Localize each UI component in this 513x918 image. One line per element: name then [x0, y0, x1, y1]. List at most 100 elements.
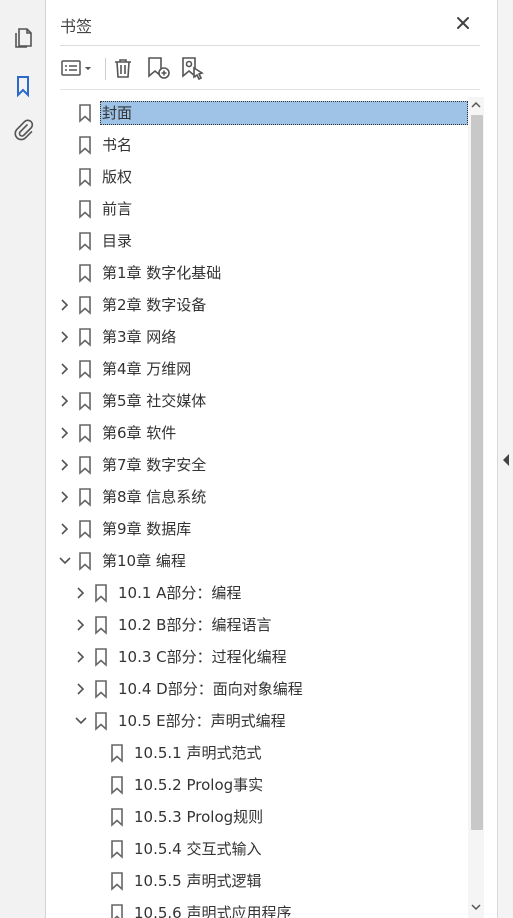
- bookmark-item[interactable]: 目录: [46, 225, 471, 257]
- vertical-scrollbar[interactable]: [468, 97, 484, 918]
- bookmark-item[interactable]: 书名: [46, 129, 471, 161]
- bookmark-label[interactable]: 封面: [100, 101, 468, 125]
- chevron-right-icon[interactable]: [58, 298, 72, 312]
- bookmark-item[interactable]: 第9章 数据库: [46, 513, 471, 545]
- bookmark-item[interactable]: 第8章 信息系统: [46, 481, 471, 513]
- bookmark-item[interactable]: 第10章 编程: [46, 545, 471, 577]
- bookmark-item[interactable]: 第3章 网络: [46, 321, 471, 353]
- bookmark-label[interactable]: 10.1 A部分：编程: [116, 581, 243, 605]
- chevron-right-icon[interactable]: [58, 362, 72, 376]
- bookmark-label[interactable]: 10.5.6 声明式应用程序: [132, 901, 293, 918]
- bookmark-item[interactable]: 封面: [46, 97, 471, 129]
- bookmark-label[interactable]: 10.5.3 Prolog规则: [132, 805, 265, 829]
- close-button[interactable]: [454, 14, 472, 32]
- bookmark-item[interactable]: 第7章 数字安全: [46, 449, 471, 481]
- bookmark-label[interactable]: 第4章 万维网: [100, 357, 193, 381]
- bookmark-icon: [95, 680, 107, 699]
- bookmark-item[interactable]: 第4章 万维网: [46, 353, 471, 385]
- bookmark-item[interactable]: 第2章 数字设备: [46, 289, 471, 321]
- bookmark-label[interactable]: 10.2 B部分：编程语言: [116, 613, 273, 637]
- bookmark-item[interactable]: 前言: [46, 193, 471, 225]
- bookmark-item[interactable]: 版权: [46, 161, 471, 193]
- bookmark-item[interactable]: 10.5 E部分：声明式编程: [46, 705, 471, 737]
- bookmark-item[interactable]: 10.5.4 交互式输入: [46, 833, 471, 865]
- bookmark-label[interactable]: 第9章 数据库: [100, 517, 193, 541]
- bookmark-item[interactable]: 10.1 A部分：编程: [46, 577, 471, 609]
- bookmark-label[interactable]: 书名: [100, 133, 134, 157]
- bookmark-label[interactable]: 10.5.2 Prolog事实: [132, 773, 265, 797]
- delete-bookmark-button[interactable]: [111, 55, 135, 81]
- scroll-down-button[interactable]: [468, 899, 484, 915]
- bookmark-icon: [111, 776, 123, 795]
- bookmark-item[interactable]: 10.5.2 Prolog事实: [46, 769, 471, 801]
- chevron-down-icon[interactable]: [74, 714, 88, 728]
- toolbar-separator: [105, 58, 106, 80]
- bookmark-icon: [111, 840, 123, 859]
- bookmark-label[interactable]: 10.3 C部分：过程化编程: [116, 645, 289, 669]
- bookmark-label[interactable]: 第2章 数字设备: [100, 293, 208, 317]
- bookmark-label[interactable]: 前言: [100, 197, 134, 221]
- bookmark-item[interactable]: 10.5.6 声明式应用程序: [46, 897, 471, 918]
- new-bookmark-button[interactable]: [145, 55, 171, 81]
- bookmark-item[interactable]: 10.5.3 Prolog规则: [46, 801, 471, 833]
- chevron-down-icon[interactable]: [58, 554, 72, 568]
- bookmark-label[interactable]: 10.4 D部分：面向对象编程: [116, 677, 305, 701]
- bookmark-item[interactable]: 10.3 C部分：过程化编程: [46, 641, 471, 673]
- bookmark-item[interactable]: 10.4 D部分：面向对象编程: [46, 673, 471, 705]
- pages-icon: [15, 28, 32, 48]
- bookmark-icon: [79, 488, 91, 507]
- scroll-up-button[interactable]: [468, 97, 484, 113]
- bookmark-icon: [79, 392, 91, 411]
- bookmark-item[interactable]: 第1章 数字化基础: [46, 257, 471, 289]
- bookmark-label[interactable]: 10.5.1 声明式范式: [132, 741, 263, 765]
- bookmark-from-selection-button[interactable]: [179, 55, 205, 81]
- bookmark-label[interactable]: 第3章 网络: [100, 325, 178, 349]
- delete-icon: [115, 59, 131, 78]
- bookmark-label[interactable]: 第1章 数字化基础: [100, 261, 223, 285]
- chevron-right-icon[interactable]: [58, 458, 72, 472]
- bookmark-label[interactable]: 版权: [100, 165, 134, 189]
- scroll-thumb[interactable]: [471, 115, 483, 830]
- bookmark-label[interactable]: 第10章 编程: [100, 549, 188, 573]
- chevron-right-icon[interactable]: [74, 586, 88, 600]
- bookmark-icon: [79, 360, 91, 379]
- bookmarks-button[interactable]: [9, 72, 37, 100]
- bookmark-item[interactable]: 第6章 软件: [46, 417, 471, 449]
- collapse-panel-gutter[interactable]: [497, 0, 513, 918]
- bookmark-label[interactable]: 第8章 信息系统: [100, 485, 208, 509]
- bookmark-icon: [79, 456, 91, 475]
- panel-header: 书签: [46, 0, 497, 46]
- options-menu-button[interactable]: [60, 55, 96, 81]
- bookmark-label[interactable]: 第6章 软件: [100, 421, 178, 445]
- attachments-button[interactable]: [9, 116, 37, 144]
- bookmark-icon: [95, 584, 107, 603]
- chevron-right-icon[interactable]: [58, 522, 72, 536]
- bookmark-from-selection-icon: [182, 57, 204, 81]
- close-icon: [457, 17, 469, 29]
- chevron-right-icon[interactable]: [58, 394, 72, 408]
- chevron-right-icon[interactable]: [74, 682, 88, 696]
- bookmark-item[interactable]: 10.5.1 声明式范式: [46, 737, 471, 769]
- bookmark-icon: [79, 104, 91, 123]
- bookmark-item[interactable]: 10.2 B部分：编程语言: [46, 609, 471, 641]
- toolbar-divider: [60, 89, 480, 90]
- chevron-right-icon[interactable]: [74, 650, 88, 664]
- bookmark-icon: [95, 648, 107, 667]
- bookmark-icon: [79, 232, 91, 251]
- options-icon: [61, 60, 91, 76]
- bookmark-item[interactable]: 10.5.5 声明式逻辑: [46, 865, 471, 897]
- bookmark-label[interactable]: 第7章 数字安全: [100, 453, 208, 477]
- chevron-right-icon[interactable]: [58, 330, 72, 344]
- bookmark-icon: [79, 552, 91, 571]
- bookmark-label[interactable]: 10.5.4 交互式输入: [132, 837, 263, 861]
- bookmark-item[interactable]: 第5章 社交媒体: [46, 385, 471, 417]
- bookmark-label[interactable]: 10.5.5 声明式逻辑: [132, 869, 263, 893]
- chevron-up-icon: [471, 101, 481, 108]
- pages-button[interactable]: [9, 24, 37, 52]
- chevron-right-icon[interactable]: [74, 618, 88, 632]
- bookmark-label[interactable]: 目录: [100, 229, 134, 253]
- chevron-right-icon[interactable]: [58, 490, 72, 504]
- bookmark-label[interactable]: 10.5 E部分：声明式编程: [116, 709, 288, 733]
- bookmark-label[interactable]: 第5章 社交媒体: [100, 389, 208, 413]
- chevron-right-icon[interactable]: [58, 426, 72, 440]
